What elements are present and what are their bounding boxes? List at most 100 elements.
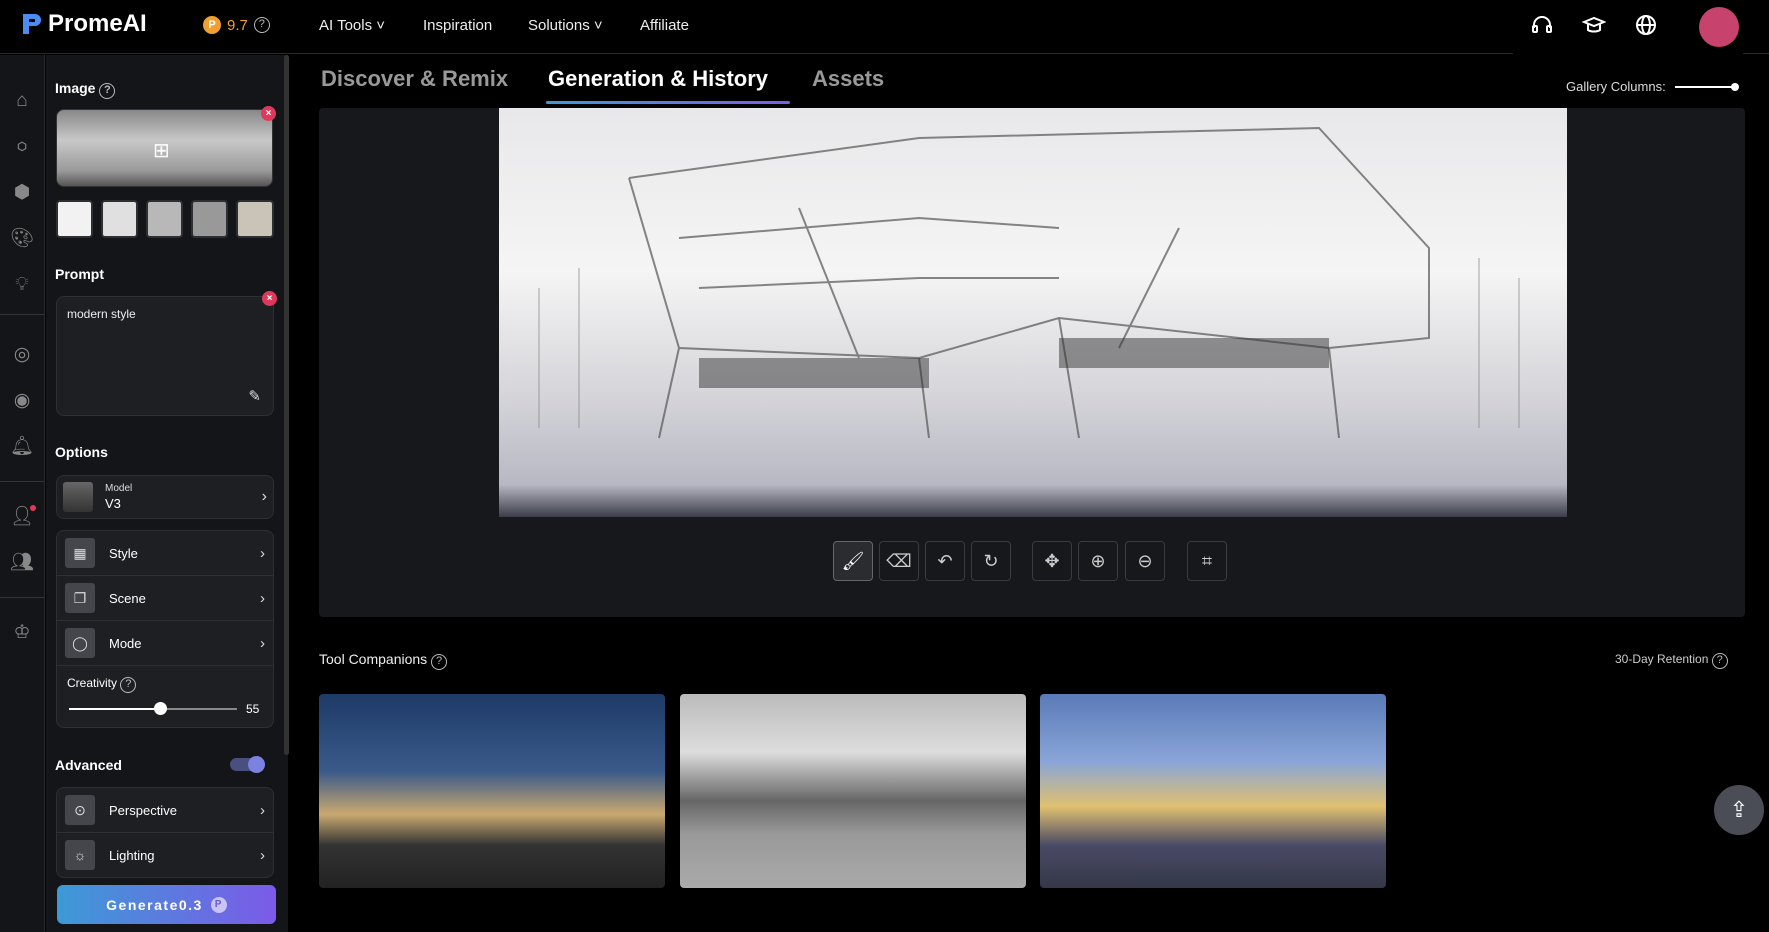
tab-discover-remix[interactable]: Discover & Remix [321,66,508,92]
tab-assets[interactable]: Assets [812,66,884,92]
brush-tool-button[interactable]: 🖌︎ [833,541,873,581]
gallery-columns-slider[interactable] [1675,83,1739,91]
model-thumbnail [63,482,93,512]
zoom-out-button[interactable]: ⊖ [1125,541,1165,581]
creativity-label: Creativity [67,676,118,690]
target-icon[interactable]: ◉ [8,387,36,415]
nav-inspiration[interactable]: Inspiration [423,17,492,34]
prompt-text: modern style [67,307,136,321]
help-icon[interactable]: ? [253,17,270,33]
tool-companions-title: Tool Companions ? [319,651,448,670]
bell-icon[interactable]: 🔔︎ [8,433,36,461]
model-value: V3 [105,496,121,511]
panel-scrollbar[interactable] [284,55,289,755]
compass-icon[interactable]: ◎ [8,341,36,369]
user-add-icon[interactable]: 👥︎ [8,549,36,577]
chevron-right-icon: › [260,846,265,864]
coin-icon: P [210,896,227,913]
magic-wand-icon[interactable]: ✎ [248,387,261,405]
option-perspective[interactable]: ⊙ Perspective › [57,788,273,833]
eraser-tool-button[interactable]: ⌫ [879,541,919,581]
palette-icon[interactable]: 🎨︎ [8,225,36,253]
options-group: ▦ Style › ❐ Scene › ◯ Mode › Creativity ? 55 [56,530,274,728]
grid-icon: ▦ [65,538,95,568]
option-lighting[interactable]: ☼ Lighting › [57,833,273,877]
generate-button[interactable]: Generate0.3 P [57,885,276,924]
chevron-right-icon: › [260,589,265,607]
sample-thumbnail[interactable] [146,200,183,238]
creativity-slider-thumb[interactable] [154,702,167,715]
home-icon[interactable]: ⌂ [8,87,36,115]
retention-label: 30-Day Retention ? [1615,652,1728,669]
crop-button[interactable]: ⌗ [1187,541,1227,581]
remove-image-button[interactable]: × [261,106,276,121]
move-tool-button[interactable]: ✥ [1032,541,1072,581]
advanced-toggle[interactable] [230,756,265,773]
graduation-cap-icon[interactable] [1581,14,1607,40]
companion-image[interactable] [1040,694,1386,888]
headset-icon[interactable] [1529,14,1555,40]
prompt-input[interactable]: modern style ✎ [56,296,274,416]
sample-thumbnail[interactable] [56,200,93,238]
coin-icon: P [203,16,221,34]
globe-icon[interactable] [1633,14,1659,40]
sample-thumbnail[interactable] [236,200,274,238]
avatar[interactable] [1699,7,1739,47]
model-selector[interactable]: Model V3 › [56,475,274,519]
redo-button[interactable]: ↻ [971,541,1011,581]
help-icon[interactable]: ? [99,83,116,99]
cube-icon[interactable]: ⬢ [8,179,36,207]
zoom-in-button[interactable]: ⊕ [1078,541,1118,581]
option-scene[interactable]: ❐ Scene › [57,576,273,621]
ai-icon[interactable]: ⬡ [8,133,36,161]
sample-thumbnail[interactable] [191,200,228,238]
model-label: Model [105,483,133,494]
creativity-slider-fill [69,708,162,710]
chevron-right-icon: › [260,634,265,652]
crown-icon[interactable]: ♔ [8,619,36,647]
nav-affiliate[interactable]: Affiliate [640,17,689,34]
tab-generation-history[interactable]: Generation & History [548,66,768,92]
replace-image-icon[interactable]: ⊞ [153,138,170,163]
architecture-sketch [538,126,1520,439]
advanced-label: Advanced [55,757,122,773]
credits[interactable]: P 9.7? [203,16,270,34]
options-label: Options [55,444,108,460]
generated-image[interactable] [499,108,1567,517]
clear-prompt-button[interactable]: × [262,291,277,306]
option-mode[interactable]: ◯ Mode › [57,621,273,666]
creativity-value: 55 [246,702,260,716]
help-icon[interactable]: ? [1711,653,1728,669]
perspective-icon: ⊙ [65,795,95,825]
companion-image[interactable] [680,694,1026,888]
user-icon[interactable]: 👤︎ [8,503,36,531]
promeai-logo-icon [23,14,41,34]
chevron-right-icon: › [260,544,265,562]
icon-rail: ⌂ ⬡ ⬢ 🎨︎ 💡︎ ◎ ◉ 🔔︎ 👤︎ 👥︎ ♔ [0,55,45,932]
companion-image[interactable] [319,694,665,888]
chevron-right-icon: › [260,801,265,819]
layers-icon: ❐ [65,583,95,613]
logo[interactable]: PromeAI [20,10,147,38]
nav-solutions[interactable]: Solutions ˅ [528,17,603,34]
sample-thumbnail[interactable] [101,200,138,238]
creativity-control: Creativity ? 55 [57,666,273,727]
sun-icon: ☼ [65,840,95,870]
uploaded-image[interactable]: ⊞ [56,109,273,187]
chevron-right-icon: › [261,488,267,505]
credits-value: 9.7 [227,16,248,34]
share-icon: ⇪ [1729,797,1749,822]
active-tab-indicator [546,101,790,104]
option-style[interactable]: ▦ Style › [57,531,273,576]
undo-button[interactable]: ↶ [925,541,965,581]
brand-name: PromeAI [48,10,147,37]
gallery-columns-label: Gallery Columns: [1566,79,1666,94]
lightbulb-icon[interactable]: 💡︎ [8,271,36,299]
prompt-label: Prompt [55,266,104,282]
help-icon[interactable]: ? [120,677,137,693]
nav-ai-tools[interactable]: AI Tools ˅ [319,17,385,34]
help-icon[interactable]: ? [431,654,448,670]
share-button[interactable]: ⇪ [1714,785,1764,835]
image-label: Image ? [55,80,116,99]
notification-dot [30,505,36,511]
